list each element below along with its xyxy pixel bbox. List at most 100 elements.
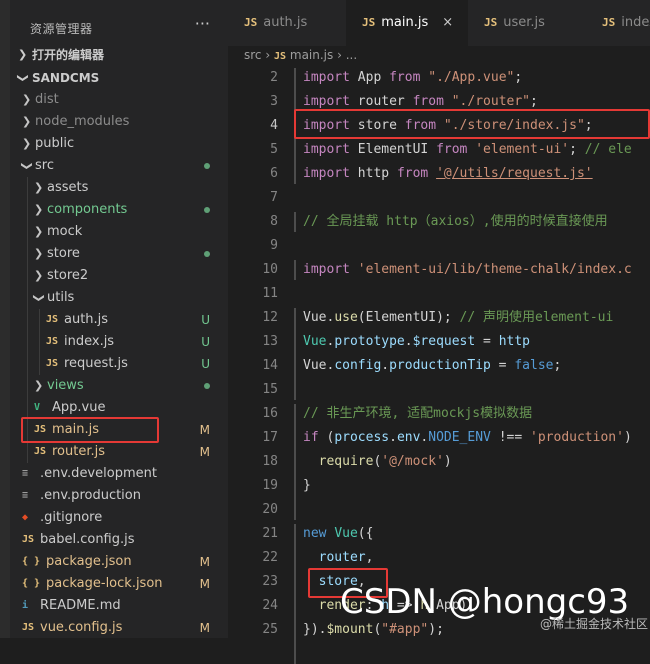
code-token: }). — [303, 622, 327, 637]
code-token: "#app" — [381, 622, 429, 637]
breadcrumb-tail[interactable]: › ... — [337, 48, 357, 62]
code-line[interactable]: require('@/mock') — [303, 450, 452, 474]
tree-folder-assets[interactable]: ❯ assets — [10, 177, 228, 199]
js-file-icon: JS — [362, 16, 376, 29]
code-token: from — [412, 94, 452, 109]
git-change-dot — [204, 251, 210, 257]
code-token: router — [357, 94, 413, 109]
gutter-change-indicator — [294, 212, 296, 232]
project-section[interactable]: ❯ SANDCMS — [10, 67, 250, 89]
code-line[interactable]: Vue.use(ElementUI); // 声明使用element-ui — [303, 306, 613, 330]
selected-file-highlight — [21, 417, 159, 443]
open-editors-section[interactable]: ❯ 打开的编辑器 — [10, 44, 250, 66]
chevron-right-icon: ❯ — [34, 181, 44, 194]
tab-index[interactable]: JS index — [586, 0, 650, 46]
tree-file-env-development[interactable]: ≡ .env.development — [10, 463, 228, 485]
tree-folder-views[interactable]: ❯ views — [10, 375, 228, 397]
code-token: (ElementUI); — [357, 310, 460, 325]
code-token: router — [318, 550, 366, 565]
code-token: , — [365, 550, 374, 565]
tree-item-label: components — [47, 202, 128, 217]
code-token: prototype — [334, 334, 405, 349]
line-number: 24 — [262, 598, 278, 613]
tree-file-readme-md[interactable]: i README.md — [10, 595, 228, 617]
line-number: 16 — [262, 406, 278, 421]
tab-label: auth.js — [263, 15, 308, 30]
more-actions-icon[interactable]: ··· — [195, 14, 210, 33]
tree-file-env-production[interactable]: ≡ .env.production — [10, 485, 228, 507]
json-file-icon: { } — [22, 556, 41, 567]
git-status-badge: M — [199, 445, 210, 459]
line-number: 21 — [262, 526, 278, 541]
line-number: 2 — [270, 70, 278, 85]
tab-main-js[interactable]: JS main.js × — [346, 0, 468, 46]
code-token: process — [334, 430, 390, 445]
tree-item-label: babel.config.js — [40, 532, 135, 547]
code-line[interactable]: // 非生产环境, 适配mockjs模拟数据 — [303, 402, 532, 426]
code-token: ElementUI — [357, 142, 437, 157]
close-tab-icon[interactable]: × — [442, 15, 453, 30]
code-line[interactable]: new Vue({ — [303, 522, 373, 546]
indent-guide — [39, 309, 40, 375]
js-file-icon: JS — [46, 358, 59, 369]
line-number: 8 — [270, 214, 278, 229]
code-line[interactable]: import 'element-ui/lib/theme-chalk/index… — [303, 258, 632, 282]
tree-folder-store2[interactable]: ❯ store2 — [10, 265, 228, 287]
js-file-icon: JS — [34, 446, 47, 457]
tree-file-auth-js[interactable]: JS auth.js U — [10, 309, 228, 331]
js-file-icon: JS — [602, 16, 616, 29]
code-token: productionTip — [389, 358, 491, 373]
tree-item-label: .env.production — [40, 488, 141, 503]
code-line[interactable]: Vue.config.productionTip = false; — [303, 354, 561, 378]
code-line[interactable]: } — [303, 474, 311, 498]
tree-file-babel-config-js[interactable]: JS babel.config.js — [10, 529, 228, 551]
code-line[interactable]: import App from "./App.vue"; — [303, 66, 522, 90]
chevron-down-icon: ❯ — [16, 73, 30, 83]
breadcrumb-folder[interactable]: src — [244, 48, 262, 62]
tree-folder-node-modules[interactable]: ❯ node_modules — [10, 111, 228, 133]
tree-item-label: index.js — [64, 334, 115, 349]
tree-file-app-vue[interactable]: V App.vue — [10, 397, 228, 419]
tree-folder-public[interactable]: ❯ public — [10, 133, 228, 155]
tree-item-label: store2 — [47, 268, 89, 283]
line-number: 6 — [270, 166, 278, 181]
code-line[interactable]: import ElementUI from 'element-ui'; // e… — [303, 138, 632, 162]
gutter-change-indicator — [294, 308, 296, 400]
tree-file-router-js[interactable]: JS router.js M — [10, 441, 228, 463]
git-status-badge: M — [199, 577, 210, 591]
tree-item-label: utils — [47, 290, 75, 305]
code-line[interactable]: import http from '@/utils/request.js' — [303, 162, 593, 186]
code-line[interactable]: if (process.env.NODE_ENV !== 'production… — [303, 426, 632, 450]
tab-auth-js[interactable]: JS auth.js — [228, 0, 346, 46]
tree-item-label: views — [47, 378, 84, 393]
tab-user-js[interactable]: JS user.js — [468, 0, 586, 46]
tree-folder-mock[interactable]: ❯ mock — [10, 221, 228, 243]
tree-folder-store[interactable]: ❯ store — [10, 243, 228, 265]
tree-folder-components[interactable]: ❯ components — [10, 199, 228, 221]
code-line[interactable]: router, — [303, 546, 374, 570]
git-change-dot — [204, 383, 210, 389]
line-number: 25 — [262, 622, 278, 637]
breadcrumb-file[interactable]: main.js — [290, 48, 333, 62]
code-line[interactable]: Vue.prototype.$request = http — [303, 330, 530, 354]
tree-file-package-lock-json[interactable]: { } package-lock.json M — [10, 573, 228, 595]
tree-file-vue-config-js[interactable]: JS vue.config.js M — [10, 617, 228, 639]
code-token: . — [404, 334, 413, 349]
gutter-change-indicator — [294, 260, 296, 280]
tree-folder-dist[interactable]: ❯ dist — [10, 89, 228, 111]
code-token: ) — [443, 454, 452, 469]
tree-folder-src[interactable]: ❯ src — [10, 155, 228, 177]
tree-item-label: .gitignore — [40, 510, 103, 525]
tree-file-package-json[interactable]: { } package.json M — [10, 551, 228, 573]
tree-file-index-js[interactable]: JS index.js U — [10, 331, 228, 353]
tree-file-request-js[interactable]: JS request.js U — [10, 353, 228, 375]
tree-file-gitignore[interactable]: ◆ .gitignore — [10, 507, 228, 529]
code-token: require — [318, 454, 374, 469]
tree-item-label: request.js — [64, 356, 128, 371]
code-token: new — [303, 526, 335, 541]
code-line[interactable]: // 全局挂载 http（axios）,使用的时候直接使用 — [303, 210, 608, 234]
js-file-icon: JS — [484, 16, 498, 29]
tab-bar: JS auth.js JS main.js × JS user.js JS index — [228, 0, 650, 46]
tree-folder-utils[interactable]: ❯ utils — [10, 287, 228, 309]
